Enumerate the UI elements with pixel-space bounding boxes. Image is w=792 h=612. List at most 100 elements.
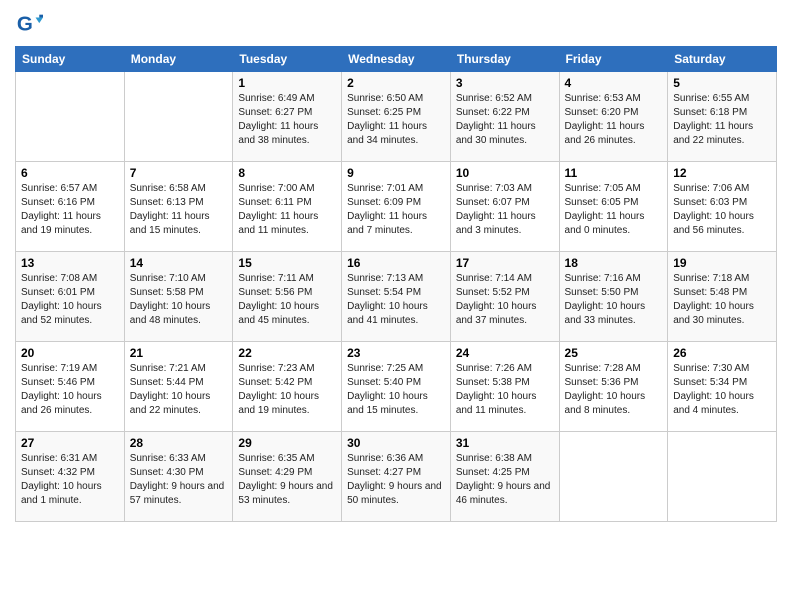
day-number: 11	[565, 166, 663, 180]
day-cell-10: 10 Sunrise: 7:03 AM Sunset: 6:07 PM Dayli…	[450, 162, 559, 252]
calendar-header: SundayMondayTuesdayWednesdayThursdayFrid…	[16, 47, 777, 72]
day-content: Sunrise: 7:08 AM Sunset: 6:01 PM Dayligh…	[21, 272, 119, 328]
day-content: Sunrise: 7:18 AM Sunset: 5:48 PM Dayligh…	[673, 272, 771, 328]
day-cell-12: 12 Sunrise: 7:06 AM Sunset: 6:03 PM Dayli…	[668, 162, 777, 252]
day-cell-17: 17Sunrise: 7:14 AM Sunset: 5:52 PM Dayli…	[450, 252, 559, 342]
day-number: 10	[456, 166, 554, 180]
day-number: 23	[347, 346, 445, 360]
header-cell-sunday: Sunday	[16, 47, 125, 72]
day-number: 5	[673, 76, 771, 90]
header-row: SundayMondayTuesdayWednesdayThursdayFrid…	[16, 47, 777, 72]
day-cell-26: 26 Sunrise: 7:30 AM Sunset: 5:34 PM Dayli…	[668, 342, 777, 432]
day-number: 18	[565, 256, 663, 270]
day-content: Sunrise: 7:06 AM Sunset: 6:03 PM Dayligh…	[673, 182, 771, 238]
header-cell-thursday: Thursday	[450, 47, 559, 72]
day-number: 9	[347, 166, 445, 180]
day-cell-4: 4 Sunrise: 6:53 AM Sunset: 6:20 PM Daylig…	[559, 72, 668, 162]
day-content: Sunrise: 6:35 AM Sunset: 4:29 PM Dayligh…	[238, 452, 336, 508]
day-content: Sunrise: 7:30 AM Sunset: 5:34 PM Dayligh…	[673, 362, 771, 418]
day-number: 15	[238, 256, 336, 270]
day-number: 4	[565, 76, 663, 90]
day-number: 14	[130, 256, 228, 270]
day-cell-5: 5 Sunrise: 6:55 AM Sunset: 6:18 PM Daylig…	[668, 72, 777, 162]
day-number: 24	[456, 346, 554, 360]
day-content: Sunrise: 7:23 AM Sunset: 5:42 PM Dayligh…	[238, 362, 336, 418]
day-cell-31: 31 Sunrise: 6:38 AM Sunset: 4:25 PM Dayli…	[450, 432, 559, 522]
day-number: 13	[21, 256, 119, 270]
day-content: Sunrise: 7:03 AM Sunset: 6:07 PM Dayligh…	[456, 182, 554, 238]
day-content: Sunrise: 7:16 AM Sunset: 5:50 PM Dayligh…	[565, 272, 663, 328]
day-number: 25	[565, 346, 663, 360]
day-cell-7: 7Sunrise: 6:58 AM Sunset: 6:13 PM Daylig…	[124, 162, 233, 252]
day-content: Sunrise: 6:53 AM Sunset: 6:20 PM Dayligh…	[565, 92, 663, 148]
day-number: 6	[21, 166, 119, 180]
header-cell-wednesday: Wednesday	[342, 47, 451, 72]
header-cell-friday: Friday	[559, 47, 668, 72]
day-content: Sunrise: 7:05 AM Sunset: 6:05 PM Dayligh…	[565, 182, 663, 238]
day-content: Sunrise: 7:00 AM Sunset: 6:11 PM Dayligh…	[238, 182, 336, 238]
day-cell-1: 1Sunrise: 6:49 AM Sunset: 6:27 PM Daylig…	[233, 72, 342, 162]
day-cell-24: 24 Sunrise: 7:26 AM Sunset: 5:38 PM Dayli…	[450, 342, 559, 432]
day-number: 28	[130, 436, 228, 450]
day-cell-11: 11 Sunrise: 7:05 AM Sunset: 6:05 PM Dayli…	[559, 162, 668, 252]
logo-icon: G	[15, 10, 43, 38]
day-number: 21	[130, 346, 228, 360]
page-header: G	[15, 10, 777, 38]
calendar-table: SundayMondayTuesdayWednesdayThursdayFrid…	[15, 46, 777, 522]
day-cell-14: 14 Sunrise: 7:10 AM Sunset: 5:58 PM Dayli…	[124, 252, 233, 342]
day-content: Sunrise: 7:01 AM Sunset: 6:09 PM Dayligh…	[347, 182, 445, 238]
week-row-1: 1Sunrise: 6:49 AM Sunset: 6:27 PM Daylig…	[16, 72, 777, 162]
svg-text:G: G	[17, 13, 33, 36]
day-content: Sunrise: 7:10 AM Sunset: 5:58 PM Dayligh…	[130, 272, 228, 328]
day-number: 2	[347, 76, 445, 90]
week-row-2: 6Sunrise: 6:57 AM Sunset: 6:16 PM Daylig…	[16, 162, 777, 252]
day-cell-3: 3 Sunrise: 6:52 AM Sunset: 6:22 PM Daylig…	[450, 72, 559, 162]
day-content: Sunrise: 7:11 AM Sunset: 5:56 PM Dayligh…	[238, 272, 336, 328]
day-content: Sunrise: 6:33 AM Sunset: 4:30 PM Dayligh…	[130, 452, 228, 508]
day-cell-16: 16 Sunrise: 7:13 AM Sunset: 5:54 PM Dayli…	[342, 252, 451, 342]
day-cell-empty	[124, 72, 233, 162]
day-content: Sunrise: 7:26 AM Sunset: 5:38 PM Dayligh…	[456, 362, 554, 418]
day-number: 29	[238, 436, 336, 450]
day-content: Sunrise: 7:28 AM Sunset: 5:36 PM Dayligh…	[565, 362, 663, 418]
day-cell-19: 19Sunrise: 7:18 AM Sunset: 5:48 PM Dayli…	[668, 252, 777, 342]
week-row-4: 20 Sunrise: 7:19 AM Sunset: 5:46 PM Dayli…	[16, 342, 777, 432]
day-cell-8: 8 Sunrise: 7:00 AM Sunset: 6:11 PM Daylig…	[233, 162, 342, 252]
day-cell-29: 29 Sunrise: 6:35 AM Sunset: 4:29 PM Dayli…	[233, 432, 342, 522]
day-content: Sunrise: 6:55 AM Sunset: 6:18 PM Dayligh…	[673, 92, 771, 148]
day-cell-25: 25 Sunrise: 7:28 AM Sunset: 5:36 PM Dayli…	[559, 342, 668, 432]
day-content: Sunrise: 6:52 AM Sunset: 6:22 PM Dayligh…	[456, 92, 554, 148]
day-cell-2: 2 Sunrise: 6:50 AM Sunset: 6:25 PM Daylig…	[342, 72, 451, 162]
day-content: Sunrise: 6:49 AM Sunset: 6:27 PM Dayligh…	[238, 92, 336, 148]
day-number: 31	[456, 436, 554, 450]
day-number: 8	[238, 166, 336, 180]
day-cell-22: 22Sunrise: 7:23 AM Sunset: 5:42 PM Dayli…	[233, 342, 342, 432]
header-cell-monday: Monday	[124, 47, 233, 72]
day-content: Sunrise: 7:19 AM Sunset: 5:46 PM Dayligh…	[21, 362, 119, 418]
day-number: 27	[21, 436, 119, 450]
day-number: 26	[673, 346, 771, 360]
day-number: 17	[456, 256, 554, 270]
day-cell-13: 13 Sunrise: 7:08 AM Sunset: 6:01 PM Dayli…	[16, 252, 125, 342]
day-cell-15: 15 Sunrise: 7:11 AM Sunset: 5:56 PM Dayli…	[233, 252, 342, 342]
day-number: 3	[456, 76, 554, 90]
day-cell-6: 6Sunrise: 6:57 AM Sunset: 6:16 PM Daylig…	[16, 162, 125, 252]
day-cell-9: 9 Sunrise: 7:01 AM Sunset: 6:09 PM Daylig…	[342, 162, 451, 252]
header-cell-saturday: Saturday	[668, 47, 777, 72]
week-row-3: 13 Sunrise: 7:08 AM Sunset: 6:01 PM Dayli…	[16, 252, 777, 342]
header-cell-tuesday: Tuesday	[233, 47, 342, 72]
day-cell-20: 20 Sunrise: 7:19 AM Sunset: 5:46 PM Dayli…	[16, 342, 125, 432]
day-number: 30	[347, 436, 445, 450]
day-number: 7	[130, 166, 228, 180]
day-content: Sunrise: 6:38 AM Sunset: 4:25 PM Dayligh…	[456, 452, 554, 508]
day-content: Sunrise: 6:50 AM Sunset: 6:25 PM Dayligh…	[347, 92, 445, 148]
day-content: Sunrise: 7:25 AM Sunset: 5:40 PM Dayligh…	[347, 362, 445, 418]
day-number: 12	[673, 166, 771, 180]
day-cell-27: 27Sunrise: 6:31 AM Sunset: 4:32 PM Dayli…	[16, 432, 125, 522]
logo: G	[15, 10, 45, 38]
week-row-5: 27Sunrise: 6:31 AM Sunset: 4:32 PM Dayli…	[16, 432, 777, 522]
day-number: 16	[347, 256, 445, 270]
day-content: Sunrise: 7:13 AM Sunset: 5:54 PM Dayligh…	[347, 272, 445, 328]
day-number: 20	[21, 346, 119, 360]
calendar-body: 1Sunrise: 6:49 AM Sunset: 6:27 PM Daylig…	[16, 72, 777, 522]
